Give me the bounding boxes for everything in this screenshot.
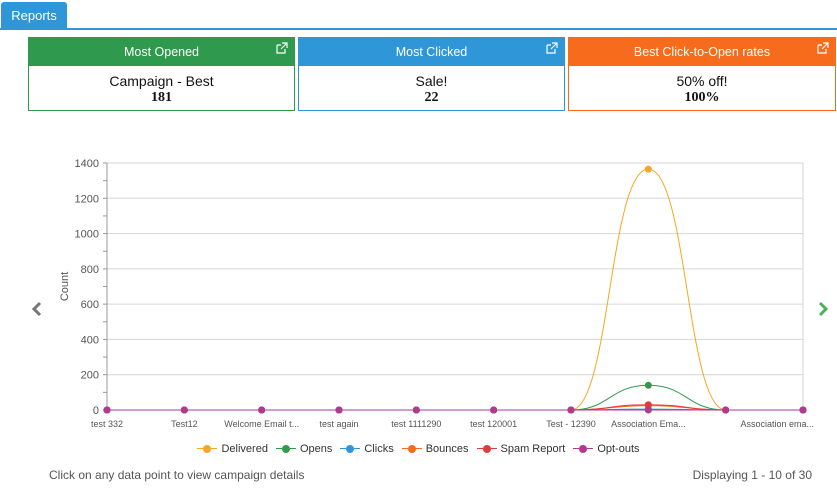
card-title: Most Opened bbox=[123, 45, 200, 59]
campaign-name: 50% off! bbox=[676, 73, 728, 89]
legend-marker bbox=[579, 444, 588, 453]
legend-label: Bounces bbox=[425, 442, 469, 455]
x-tick-label: Test - 12390 bbox=[546, 419, 596, 429]
x-tick-label: Test12 bbox=[171, 419, 198, 429]
card-value: 22 bbox=[424, 90, 439, 105]
data-point[interactable] bbox=[644, 381, 652, 389]
legend-marker bbox=[346, 444, 355, 453]
data-point[interactable] bbox=[644, 165, 652, 173]
most-clicked-card: Most Clicked Sale! 22 bbox=[298, 37, 565, 111]
card-header: Most Clicked bbox=[299, 38, 564, 66]
legend-label: Clicks bbox=[364, 442, 394, 455]
y-tick-label: 600 bbox=[81, 299, 99, 311]
x-tick-label: test 1111290 bbox=[391, 419, 441, 429]
data-point[interactable] bbox=[103, 406, 111, 414]
data-point[interactable] bbox=[799, 406, 807, 414]
legend-line bbox=[415, 448, 422, 449]
legend-item[interactable]: Delivered bbox=[197, 442, 268, 455]
external-link-icon[interactable] bbox=[817, 42, 829, 54]
legend-item[interactable]: Bounces bbox=[401, 442, 469, 455]
legend-line bbox=[289, 448, 296, 449]
paging-info: Displaying 1 - 10 of 30 bbox=[692, 468, 812, 482]
legend-line bbox=[587, 448, 594, 449]
campaign-line-chart: 0 200 400 600 800 1000 1200 1400 Count test 332 Te… bbox=[59, 158, 814, 429]
card-header: Most Opened bbox=[29, 38, 294, 66]
x-tick-label: Welcome Email t... bbox=[224, 419, 299, 429]
legend-item[interactable]: Opt-outs bbox=[573, 442, 640, 455]
y-tick-label: 200 bbox=[81, 370, 99, 382]
best-click-to-open-card: Best Click-to-Open rates 50% off! 100% bbox=[568, 37, 836, 111]
y-tick-label: 0 bbox=[93, 405, 99, 417]
legend-label: Opt-outs bbox=[597, 442, 640, 455]
data-point[interactable] bbox=[412, 406, 420, 414]
card-value: 100% bbox=[684, 90, 720, 105]
y-tick-label: 1000 bbox=[75, 229, 99, 241]
series-line bbox=[107, 405, 803, 411]
data-point[interactable] bbox=[335, 406, 343, 414]
x-tick-label: test again bbox=[319, 419, 358, 429]
legend-marker bbox=[407, 444, 416, 453]
data-point[interactable] bbox=[644, 406, 652, 414]
legend-line bbox=[490, 448, 497, 449]
campaign-name: Campaign - Best bbox=[109, 73, 214, 89]
legend-line bbox=[354, 448, 361, 449]
y-axis-label: Count bbox=[59, 272, 71, 301]
chart-legend: Delivered Opens Clicks Bounces Spam Report Op… bbox=[0, 440, 837, 455]
y-tick-label: 800 bbox=[81, 264, 99, 276]
data-point[interactable] bbox=[722, 406, 730, 414]
campaign-name: Sale! bbox=[415, 73, 448, 89]
external-link-icon[interactable] bbox=[546, 42, 558, 54]
card-value: 181 bbox=[151, 90, 172, 105]
data-point[interactable] bbox=[180, 406, 188, 414]
data-point[interactable] bbox=[258, 406, 266, 414]
legend-label: Spam Report bbox=[500, 442, 566, 455]
legend-line bbox=[401, 448, 408, 449]
y-tick-label: 1400 bbox=[75, 158, 99, 170]
series-line bbox=[107, 384, 803, 411]
legend-item[interactable]: Spam Report bbox=[476, 442, 566, 455]
legend-line bbox=[476, 448, 483, 449]
external-link-icon[interactable] bbox=[276, 42, 288, 54]
legend-marker bbox=[482, 444, 491, 453]
chart-hint: Click on any data point to view campaign… bbox=[49, 468, 305, 482]
legend-item[interactable]: Opens bbox=[275, 442, 333, 455]
data-point[interactable] bbox=[567, 406, 575, 414]
legend-label: Delivered bbox=[221, 442, 268, 455]
tab-reports[interactable]: Reports bbox=[1, 2, 67, 29]
series-line bbox=[107, 168, 803, 411]
y-tick-label: 1200 bbox=[75, 193, 99, 205]
x-tick-label: Association Ema... bbox=[611, 419, 686, 429]
x-tick-label: test 332 bbox=[91, 419, 123, 429]
tab-bar: Reports bbox=[0, 0, 837, 30]
card-header: Best Click-to-Open rates bbox=[569, 38, 835, 66]
legend-item[interactable]: Clicks bbox=[340, 442, 394, 455]
data-point[interactable] bbox=[490, 406, 498, 414]
x-tick-label: Association ema... bbox=[740, 419, 814, 429]
card-title: Most Clicked bbox=[395, 45, 468, 59]
most-opened-card: Most Opened Campaign - Best 181 bbox=[28, 37, 295, 111]
legend-label: Opens bbox=[299, 442, 333, 455]
legend-marker bbox=[203, 444, 212, 453]
card-title: Best Click-to-Open rates bbox=[633, 45, 771, 59]
y-tick-label: 400 bbox=[81, 334, 99, 346]
legend-line bbox=[211, 448, 218, 449]
x-tick-label: test 120001 bbox=[470, 419, 517, 429]
legend-marker bbox=[281, 444, 290, 453]
